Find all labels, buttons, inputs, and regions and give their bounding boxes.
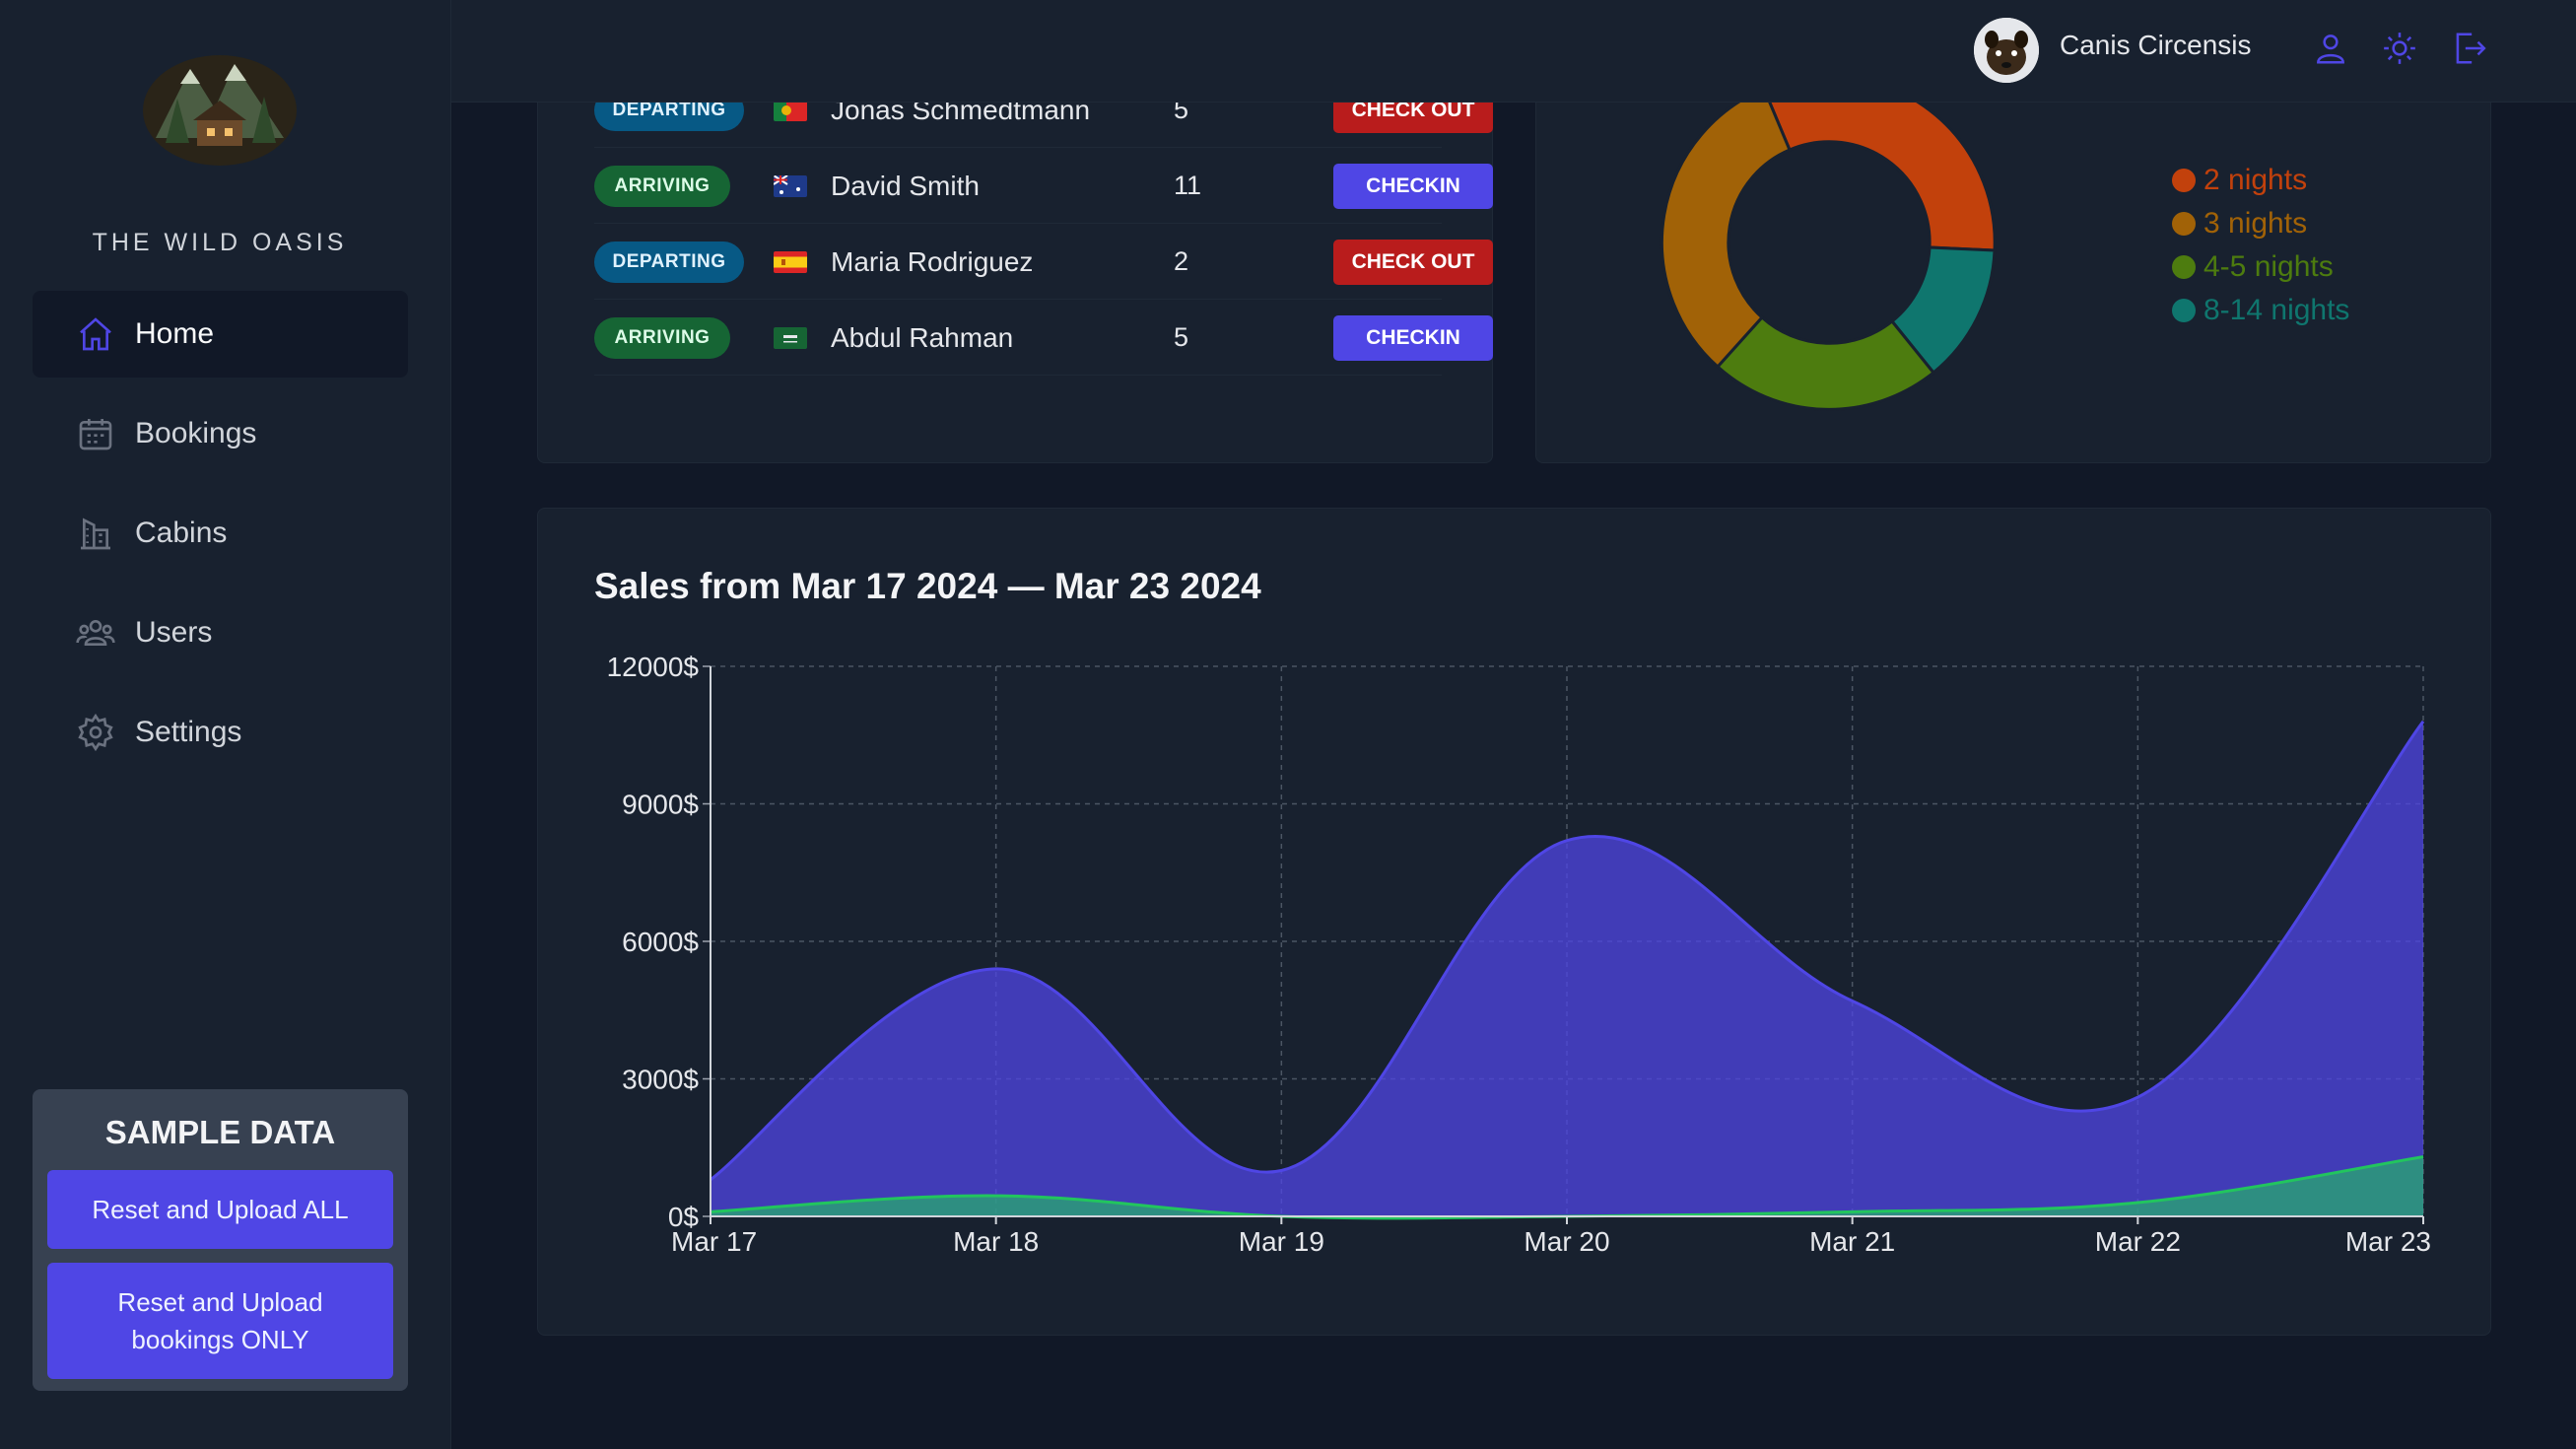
users-icon (76, 620, 115, 646)
legend-dot (2172, 255, 2196, 279)
guest-name: Maria Rodriguez (831, 245, 1034, 277)
home-icon (80, 317, 111, 351)
today-activity-card: DEPARTING Jonas Schmedtmann 5 CHECK OUT … (537, 39, 1493, 463)
activity-row: DEPARTING Maria Rodriguez 2 CHECK OUT (594, 225, 1493, 300)
legend-label: 2 nights (2203, 164, 2308, 196)
status-badge: ARRIVING (594, 165, 730, 207)
avatar[interactable] (1974, 18, 2039, 83)
check-in-button[interactable]: CHECKIN (1333, 163, 1493, 209)
nights-count: 5 (1174, 322, 1189, 352)
main-nav: Home Bookings Cabins Users Settings (33, 291, 408, 789)
sidebar-item-label: Settings (135, 716, 242, 748)
sidebar-item-label: Bookings (135, 417, 257, 449)
avatar-image (1974, 18, 2039, 83)
calendar-icon (79, 419, 112, 450)
logo: THE WILD OASIS (0, 39, 440, 257)
x-tick-label: Mar 23 (2345, 1226, 2431, 1257)
flag-saudi-arabia-icon (774, 326, 807, 349)
sidebar-item-label: Home (135, 317, 215, 350)
sample-data-title: SAMPLE DATA (104, 1114, 336, 1150)
legend-item: 2 nights (2172, 159, 2349, 202)
guest-name: Abdul Rahman (831, 321, 1014, 353)
nights-count: 2 (1174, 246, 1189, 276)
y-tick-label: 6000$ (622, 927, 699, 957)
sidebar-item-label: Users (135, 616, 213, 649)
reset-upload-all-button[interactable]: Reset and Upload ALL (47, 1170, 393, 1249)
sidebar-item-cabins[interactable]: Cabins (33, 490, 408, 577)
check-out-button[interactable]: CHECK OUT (1333, 239, 1493, 285)
activity-row: ARRIVING Abdul Rahman 5 CHECKIN (594, 301, 1493, 376)
duration-donut-chart (1660, 74, 1997, 411)
activity-row: ARRIVING David Smith 11 CHECKIN (594, 149, 1493, 224)
gear-icon (78, 713, 113, 752)
flag-australia-icon (774, 174, 807, 197)
sidebar-item-users[interactable]: Users (33, 589, 408, 676)
legend-label: 3 nights (2203, 207, 2308, 240)
legend-label: 4-5 nights (2203, 250, 2334, 283)
reset-upload-bookings-button[interactable]: Reset and Upload bookings ONLY (47, 1263, 393, 1379)
legend-dot (2172, 212, 2196, 236)
sample-data-panel: SAMPLE DATA Reset and Upload ALL Reset a… (33, 1089, 408, 1391)
legend-item: 4-5 nights (2172, 245, 2349, 289)
legend-dot (2172, 169, 2196, 192)
legend-label: 8-14 nights (2203, 294, 2350, 326)
y-tick-label: 12000$ (607, 652, 700, 682)
sun-icon[interactable] (2381, 30, 2418, 67)
x-tick-label: Mar 19 (1239, 1226, 1324, 1257)
y-tick-label: 3000$ (622, 1065, 699, 1095)
x-tick-label: Mar 20 (1524, 1226, 1609, 1257)
logo-text: THE WILD OASIS (92, 229, 348, 256)
logo-image (143, 55, 297, 166)
legend-dot (2172, 299, 2196, 322)
duration-legend: 2 nights 3 nights 4-5 nights 8-14 nights (2172, 159, 2349, 332)
y-tick-label: 9000$ (622, 790, 699, 820)
legend-item: 8-14 nights (2172, 289, 2349, 332)
status-badge: ARRIVING (594, 316, 730, 359)
sales-chart-card: Sales from Mar 17 2024 — Mar 23 2024 0$ 3… (537, 508, 2491, 1336)
guest-name: David Smith (831, 170, 980, 201)
x-tick-label: Mar 17 (671, 1226, 757, 1257)
sidebar-item-label: Cabins (135, 517, 228, 549)
sidebar: THE WILD OASIS Home Bookings Cabins User… (0, 0, 451, 1449)
building-icon (81, 518, 110, 550)
x-tick-label: Mar 21 (1809, 1226, 1895, 1257)
user-icon[interactable] (2312, 30, 2349, 67)
stay-duration-card: 2 nights 3 nights 4-5 nights 8-14 nights (1535, 39, 2491, 463)
sidebar-item-home[interactable]: Home (33, 291, 408, 378)
status-badge: DEPARTING (594, 241, 744, 283)
x-tick-label: Mar 22 (2095, 1226, 2181, 1257)
sidebar-item-settings[interactable]: Settings (33, 689, 408, 776)
logout-icon[interactable] (2450, 30, 2487, 67)
user-name: Canis Circensis (2060, 30, 2252, 60)
top-header: Canis Circensis (451, 0, 2576, 103)
sales-area-chart: 0$3000$6000$9000$12000$Mar 17 Mar 18 Mar 1… (607, 652, 2431, 1257)
legend-item: 3 nights (2172, 202, 2349, 245)
x-tick-label: Mar 18 (953, 1226, 1039, 1257)
nights-count: 11 (1174, 171, 1202, 200)
sidebar-item-bookings[interactable]: Bookings (33, 390, 408, 477)
flag-spain-icon (774, 250, 807, 273)
check-in-button[interactable]: CHECKIN (1333, 314, 1493, 361)
